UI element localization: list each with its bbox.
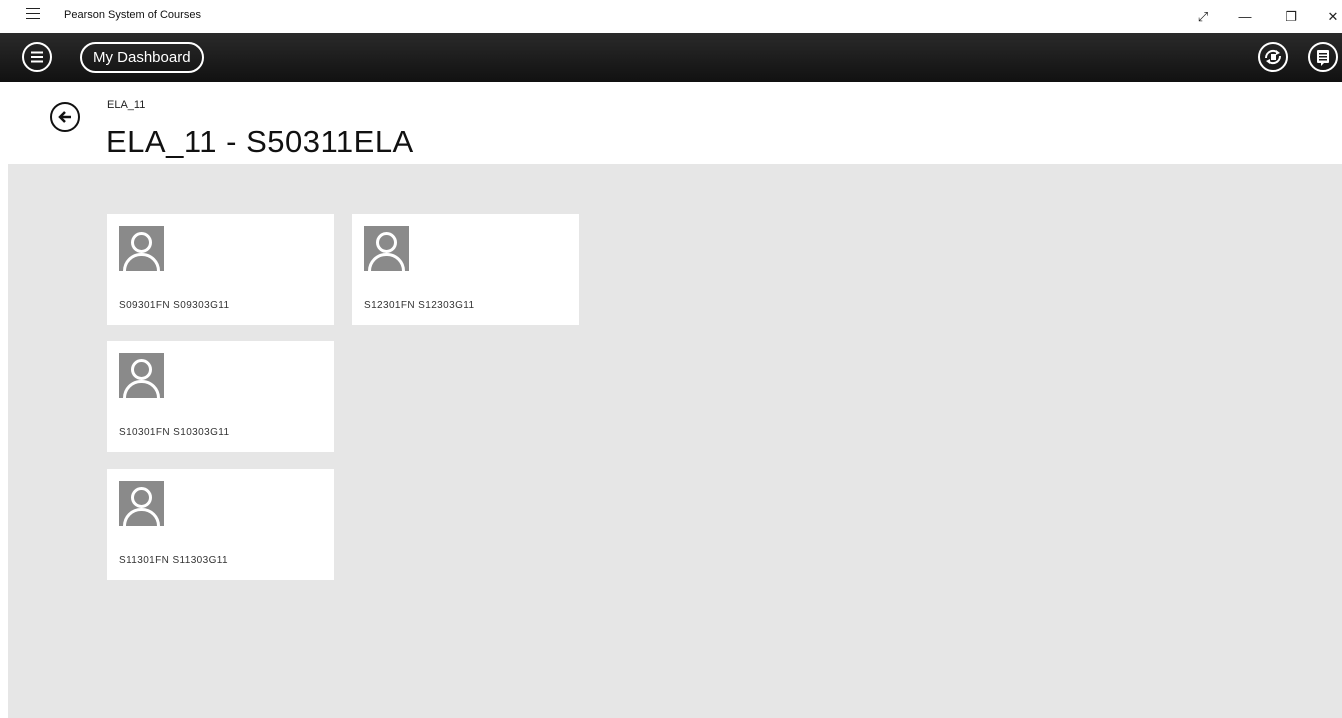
sync-button[interactable]: [1258, 42, 1288, 72]
avatar-icon: [119, 226, 164, 271]
breadcrumb: ELA_11: [107, 99, 146, 111]
avatar-icon: [119, 353, 164, 398]
fullscreen-button[interactable]: ⤢: [1193, 7, 1213, 27]
notes-button[interactable]: [1308, 42, 1338, 72]
avatar-icon: [119, 481, 164, 526]
page-title: ELA_11 - S50311ELA: [106, 124, 414, 159]
menu-icon: [31, 51, 43, 63]
hamburger-menu-icon[interactable]: [26, 8, 40, 22]
my-dashboard-button[interactable]: My Dashboard: [80, 42, 204, 73]
window-title: Pearson System of Courses: [64, 9, 201, 21]
student-grid: S09301FN S09303G11 S12301FN S12303G11 S1…: [8, 164, 1342, 718]
notes-icon: [1317, 50, 1329, 66]
window-title-bar: Pearson System of Courses ⤢ — ❐ ✕: [0, 0, 1342, 33]
student-card[interactable]: S12301FN S12303G11: [352, 214, 579, 325]
arrow-left-icon: [58, 111, 71, 123]
sync-icon: [1264, 49, 1282, 65]
app-bar: My Dashboard: [0, 33, 1342, 82]
student-name: S09301FN S09303G11: [119, 300, 230, 311]
student-name: S12301FN S12303G11: [364, 300, 475, 311]
student-name: S10301FN S10303G11: [119, 427, 230, 438]
back-button[interactable]: [50, 102, 80, 132]
close-button[interactable]: ✕: [1323, 7, 1342, 27]
minimize-button[interactable]: —: [1235, 7, 1255, 27]
avatar-icon: [364, 226, 409, 271]
student-name: S11301FN S11303G11: [119, 555, 228, 566]
main-menu-button[interactable]: [22, 42, 52, 72]
student-card[interactable]: S09301FN S09303G11: [107, 214, 334, 325]
student-card[interactable]: S11301FN S11303G11: [107, 469, 334, 580]
student-card[interactable]: S10301FN S10303G11: [107, 341, 334, 452]
restore-button[interactable]: ❐: [1281, 7, 1301, 27]
